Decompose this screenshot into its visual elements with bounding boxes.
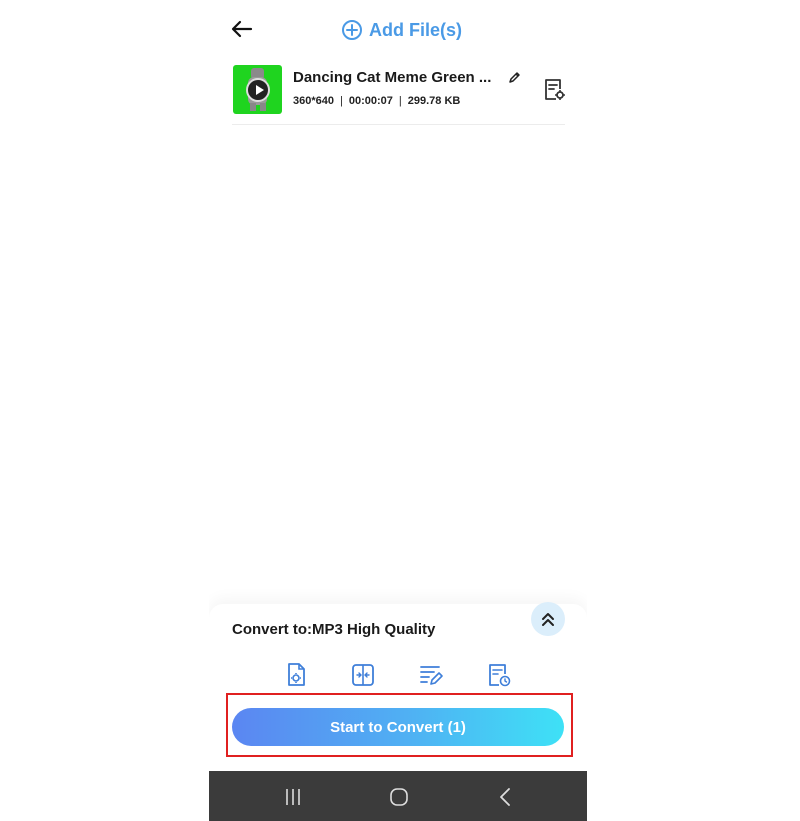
nav-back-icon bbox=[500, 788, 510, 806]
pencil-icon bbox=[509, 72, 520, 83]
file-resolution: 360*640 bbox=[293, 95, 334, 107]
file-duration: 00:00:07 bbox=[348, 95, 393, 107]
expand-panel-button[interactable] bbox=[531, 602, 565, 636]
start-convert-button[interactable]: Start to Convert (1) bbox=[232, 708, 564, 746]
home-icon bbox=[390, 788, 408, 806]
phone-screen: Add File(s) Dancing Cat Meme Green ... 3… bbox=[209, 0, 587, 821]
file-settings-button[interactable] bbox=[542, 78, 566, 102]
file-schedule-icon bbox=[489, 664, 511, 687]
arrow-left-icon bbox=[231, 20, 253, 38]
file-name: Dancing Cat Meme Green ... bbox=[293, 69, 492, 86]
meta-separator: | bbox=[340, 95, 343, 107]
trim-button[interactable] bbox=[350, 662, 376, 688]
nav-back-button[interactable] bbox=[494, 786, 516, 808]
file-size: 299.78 KB bbox=[407, 95, 461, 107]
play-button[interactable] bbox=[246, 78, 270, 102]
file-settings-icon bbox=[545, 79, 565, 100]
system-nav-bar bbox=[209, 771, 587, 821]
double-chevron-up-icon bbox=[542, 613, 554, 626]
home-button[interactable] bbox=[388, 786, 410, 808]
recents-icon bbox=[286, 789, 300, 805]
meta-separator: | bbox=[398, 95, 402, 107]
file-meta: 360*640 | 00:00:07 | 299.78 KB bbox=[293, 95, 460, 107]
file-list-item[interactable]: Dancing Cat Meme Green ... 360*640 | 00:00… bbox=[232, 64, 565, 125]
recents-button[interactable] bbox=[282, 786, 304, 808]
plus-circle-icon bbox=[342, 20, 362, 40]
trim-icon bbox=[352, 664, 374, 686]
edit-metadata-button[interactable] bbox=[418, 662, 444, 688]
video-thumbnail[interactable] bbox=[233, 65, 282, 114]
rename-button[interactable] bbox=[508, 70, 522, 84]
back-button[interactable] bbox=[231, 18, 253, 40]
format-settings-button[interactable] bbox=[283, 662, 309, 688]
file-settings-icon bbox=[288, 663, 305, 686]
convert-format-label[interactable]: Convert to:MP3 High Quality bbox=[232, 621, 435, 638]
add-files-label: Add File(s) bbox=[369, 19, 462, 40]
add-files-button[interactable]: Add File(s) bbox=[341, 17, 462, 43]
edit-list-icon bbox=[420, 666, 443, 685]
convert-panel: Convert to:MP3 High Quality Start to Con… bbox=[209, 602, 587, 771]
schedule-button[interactable] bbox=[486, 662, 512, 688]
